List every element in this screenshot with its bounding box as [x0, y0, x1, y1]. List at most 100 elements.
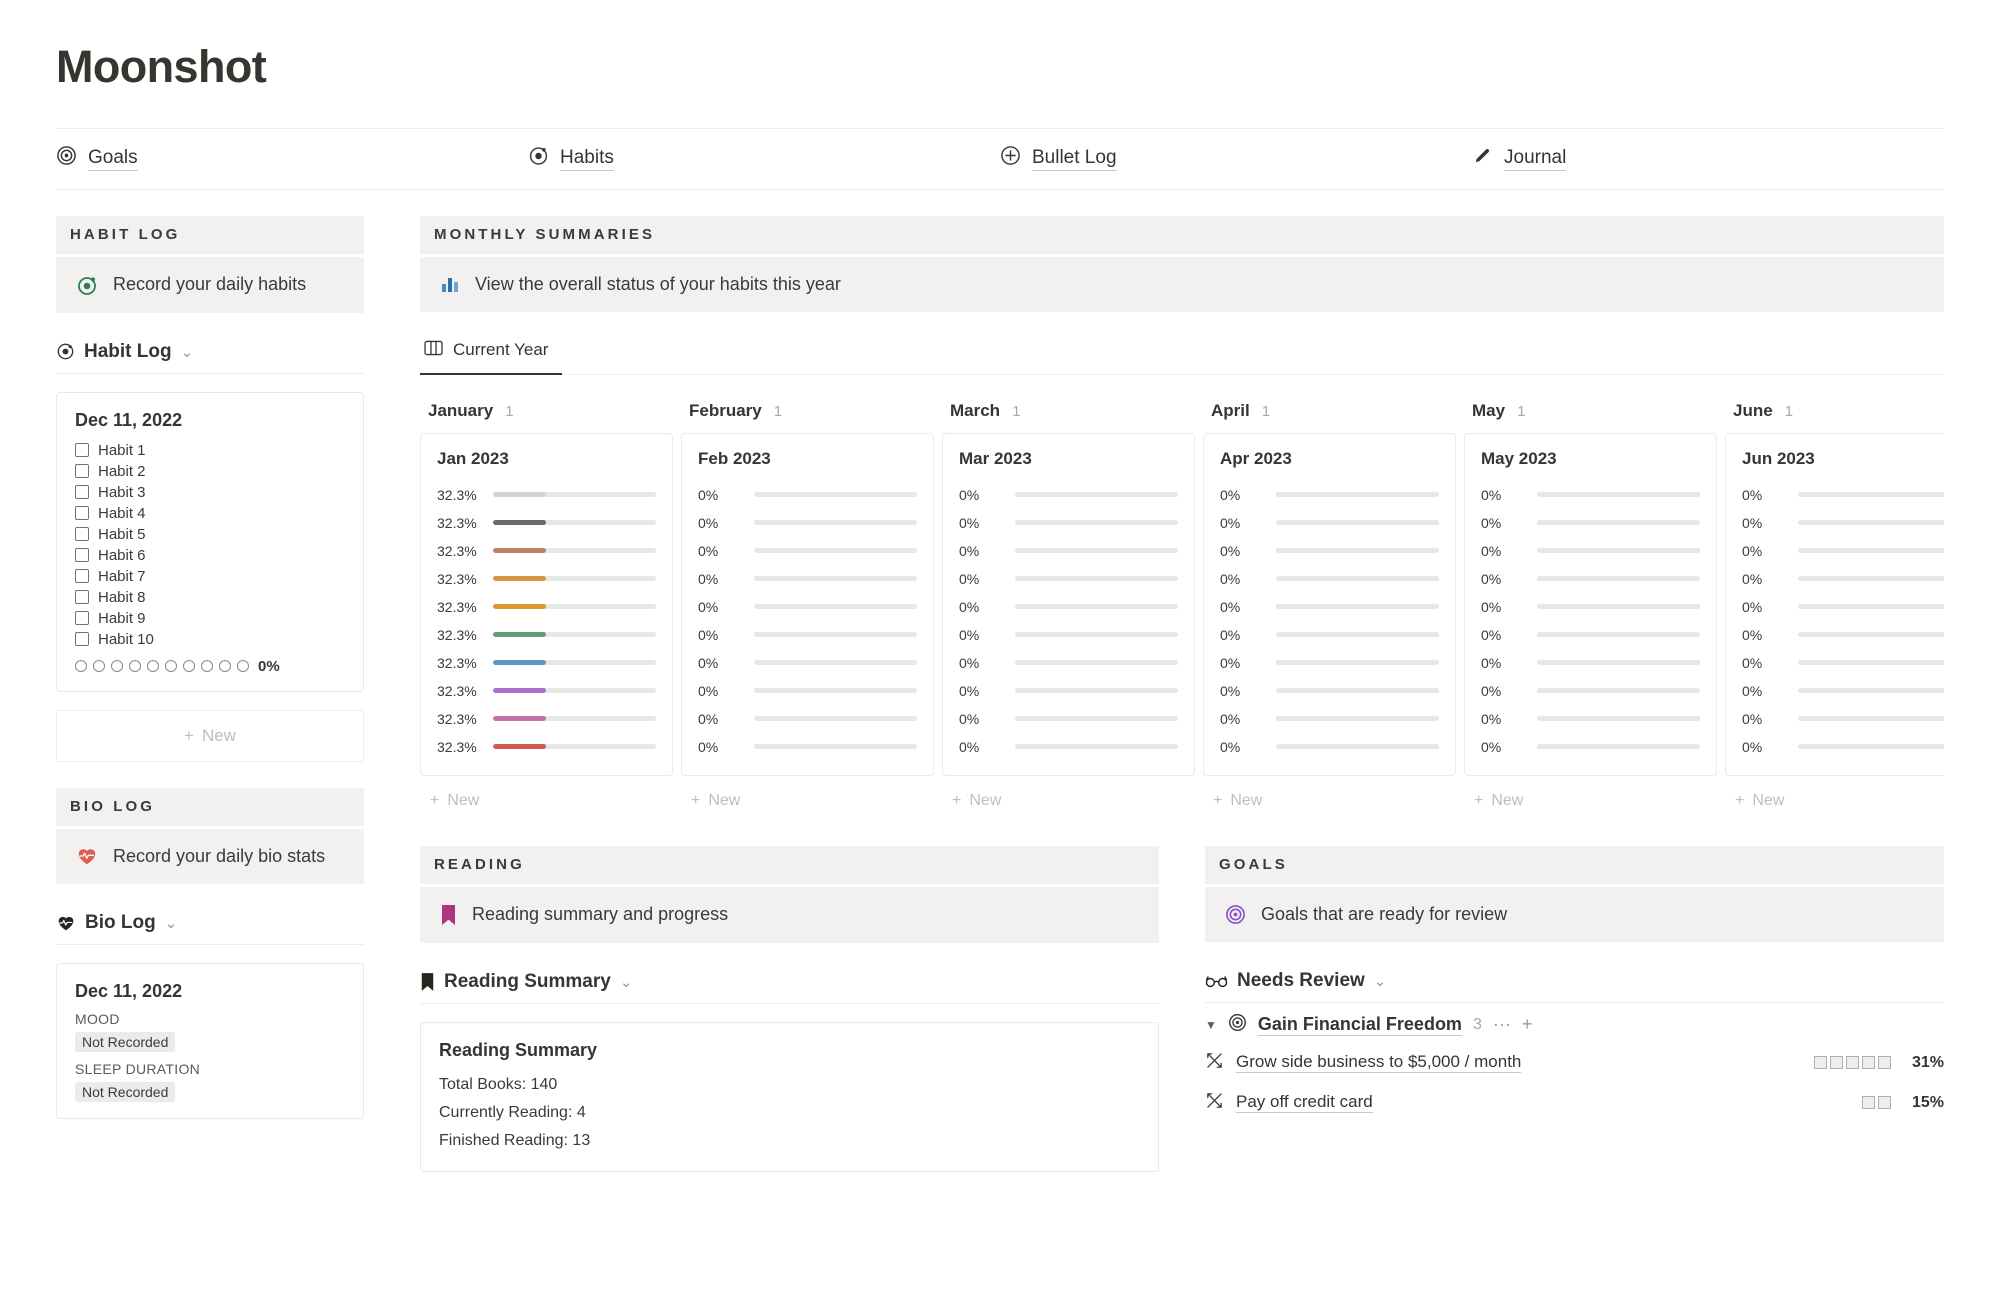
checkbox-icon[interactable] [75, 443, 89, 457]
plus-icon: + [1474, 791, 1484, 809]
checkbox-icon[interactable] [75, 464, 89, 478]
habit-progress-row: 0% [1481, 481, 1700, 509]
board-column-count: 1 [1261, 402, 1271, 420]
goal-row-list: Grow side business to $5,000 / month 31% P… [1205, 1043, 1944, 1123]
progress-dot-icon [219, 660, 231, 672]
nav-item-journal[interactable]: Journal [1472, 145, 1944, 172]
habit-progress-value: 32.3% [437, 738, 477, 755]
month-summary-card[interactable]: Feb 2023 0% 0% 0% 0% 0% 0% 0% 0% 0% 0% [681, 432, 934, 776]
month-summary-card-title: Jun 2023 [1742, 448, 1815, 468]
habit-checkbox-row[interactable]: Habit 4 [75, 503, 345, 524]
checkbox-icon[interactable] [75, 569, 89, 583]
board-column-new-button[interactable]: + New [1203, 776, 1456, 826]
tab-current-year[interactable]: Current Year [420, 334, 563, 375]
habit-progress-value: 0% [1742, 710, 1763, 727]
checkbox-icon[interactable] [75, 485, 89, 499]
month-summary-card[interactable]: May 2023 0% 0% 0% 0% 0% 0% 0% 0% 0% 0% [1464, 432, 1717, 776]
bio-log-card-date: Dec 11, 2022 [75, 980, 183, 1001]
habit-progress-bar [1798, 716, 1944, 721]
board-column-name: February [689, 400, 762, 420]
database-title-needs-review[interactable]: Needs Review ⌄ [1205, 970, 1944, 1003]
board-column-new-button[interactable]: + New [420, 776, 673, 826]
database-title-bio-log[interactable]: Bio Log ⌄ [56, 912, 364, 945]
bio-log-card[interactable]: Dec 11, 2022 MOOD Not Recorded SLEEP DURAT… [56, 962, 364, 1119]
board-column-new-label: New [1230, 791, 1263, 809]
habit-progress-value: 0% [698, 682, 719, 699]
database-title-reading-summary[interactable]: Reading Summary ⌄ [420, 971, 1159, 1004]
habit-label: Habit 6 [98, 546, 146, 564]
section-header-monthly-summaries: MONTHLY SUMMARIES [420, 215, 1944, 254]
goal-group-name[interactable]: Gain Financial Freedom [1257, 1014, 1462, 1036]
board-column-new-button[interactable]: + New [1464, 776, 1717, 826]
habit-progress-row: 32.3% [437, 649, 656, 677]
archery-icon [1205, 1051, 1224, 1075]
chevron-down-icon[interactable]: ⌄ [165, 914, 178, 932]
habit-progress-value: 0% [1220, 710, 1241, 727]
habit-checkbox-row[interactable]: Habit 9 [75, 608, 345, 629]
nav-item-label: Goals [88, 147, 138, 171]
habit-progress-row: 0% [698, 649, 917, 677]
checkbox-icon[interactable] [75, 632, 89, 646]
month-summary-card[interactable]: Jan 2023 32.3% 32.3% 32.3% 32.3% 32.3% 32.3% 32… [420, 432, 673, 776]
month-summary-card-title: Apr 2023 [1220, 448, 1292, 468]
habit-checkbox-row[interactable]: Habit 2 [75, 461, 345, 482]
habit-progress-row: 0% [1742, 677, 1944, 705]
month-summary-card[interactable]: Jun 2023 0% 0% 0% 0% 0% 0% 0% 0% 0% 0% [1725, 432, 1944, 776]
habit-progress-row: 0% [959, 649, 1178, 677]
habit-progress-bar [1798, 604, 1944, 609]
habit-progress-value: 0% [1742, 738, 1763, 755]
checkbox-icon[interactable] [75, 611, 89, 625]
board-column-new-button[interactable]: + New [942, 776, 1195, 826]
habit-checkbox-row[interactable]: Habit 8 [75, 587, 345, 608]
board-column-count: 1 [1517, 402, 1526, 420]
add-goal-icon[interactable]: + [1522, 1014, 1533, 1035]
checkbox-icon[interactable] [75, 506, 89, 520]
nav-item-habits[interactable]: Habits [528, 145, 1000, 172]
tab-current-year-label: Current Year [453, 340, 549, 359]
habit-log-card[interactable]: Dec 11, 2022 Habit 1 Habit 2 Habit 3 Habit … [56, 391, 364, 692]
habit-checkbox-row[interactable]: Habit 10 [75, 629, 345, 650]
habit-progress-value: 0% [698, 654, 719, 671]
goal-group-header[interactable]: ▼ Gain Financial Freedom 3 ··· + [1205, 1003, 1944, 1043]
habit-progress-value: 0% [1742, 514, 1763, 531]
body-area: HABIT LOG Record your daily habits Habit… [56, 190, 1944, 1172]
habit-progress-row: 32.3% [437, 621, 656, 649]
chevron-down-icon[interactable]: ⌄ [1374, 972, 1387, 990]
habit-checkbox-row[interactable]: Habit 7 [75, 566, 345, 587]
reading-summary-card[interactable]: Reading Summary Total Books: 140 Currentl… [420, 1021, 1159, 1172]
habit-progress-bar [1015, 520, 1178, 525]
board-column-name: June [1733, 400, 1773, 420]
chevron-down-icon[interactable]: ⌄ [620, 973, 633, 991]
habit-ring-icon [56, 342, 75, 361]
board-column-new-button[interactable]: + New [1725, 776, 1944, 826]
chevron-down-icon[interactable]: ⌄ [181, 343, 194, 361]
habit-progress-value: 0% [1481, 598, 1502, 615]
checkbox-icon[interactable] [75, 590, 89, 604]
board-column-new-button[interactable]: + New [681, 776, 934, 826]
habit-checkbox-row[interactable]: Habit 3 [75, 482, 345, 503]
goal-row[interactable]: Grow side business to $5,000 / month 31% [1205, 1043, 1944, 1083]
habit-checkbox-row[interactable]: Habit 1 [75, 440, 345, 461]
plus-icon: + [1213, 791, 1223, 809]
checkbox-icon[interactable] [75, 527, 89, 541]
nav-item-goals[interactable]: Goals [56, 145, 528, 172]
app-page: Moonshot Goals Habits Bullet Log Journal HA… [0, 0, 2000, 1300]
more-options-icon[interactable]: ··· [1493, 1014, 1511, 1035]
nav-item-bullet-log[interactable]: Bullet Log [1000, 145, 1472, 172]
triangle-down-icon[interactable]: ▼ [1205, 1018, 1217, 1032]
habit-progress-bar [1537, 604, 1700, 609]
month-summary-card[interactable]: Apr 2023 0% 0% 0% 0% 0% 0% 0% 0% 0% 0% [1203, 432, 1456, 776]
goal-row-title[interactable]: Pay off credit card [1236, 1092, 1373, 1113]
habit-checkbox-row[interactable]: Habit 6 [75, 545, 345, 566]
checkbox-icon[interactable] [75, 548, 89, 562]
goal-row[interactable]: Pay off credit card 15% [1205, 1083, 1944, 1123]
habit-progress-bar [754, 744, 917, 749]
habit-progress-value: 32.3% [437, 514, 477, 531]
database-title-habit-log[interactable]: Habit Log ⌄ [56, 341, 364, 374]
month-summary-card[interactable]: Mar 2023 0% 0% 0% 0% 0% 0% 0% 0% 0% 0% [942, 432, 1195, 776]
habit-label: Habit 2 [98, 462, 146, 480]
habit-progress-bar [1537, 520, 1700, 525]
goal-row-title[interactable]: Grow side business to $5,000 / month [1236, 1052, 1522, 1073]
habit-checkbox-row[interactable]: Habit 5 [75, 524, 345, 545]
habit-log-new-button[interactable]: + New [56, 709, 364, 762]
